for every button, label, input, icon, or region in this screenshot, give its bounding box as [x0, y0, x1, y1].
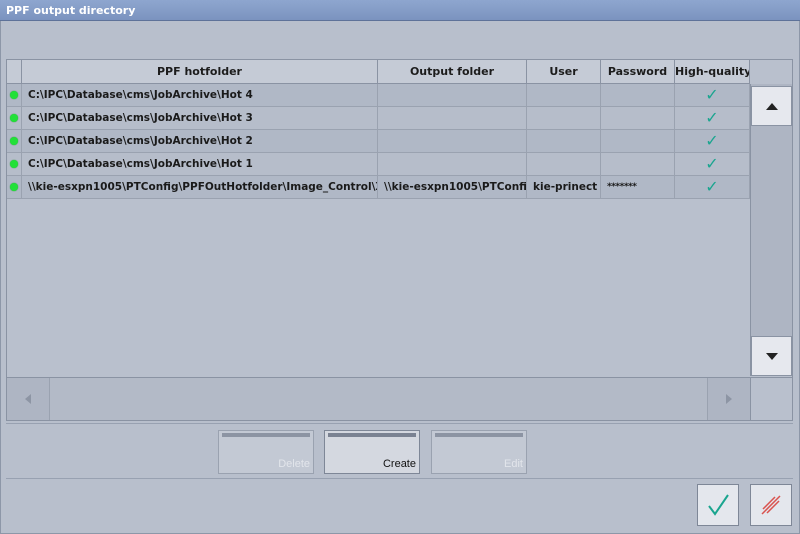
- output-folder-cell: [378, 130, 527, 152]
- header-ppf-hotfolder[interactable]: PPF hotfolder: [22, 60, 378, 84]
- cancel-icon: [761, 495, 781, 515]
- divider: [6, 423, 793, 424]
- hotfolder-cell: \\kie-esxpn1005\PTConfig\PPFOutHotfolder…: [22, 176, 378, 198]
- hotfolder-cell: C:\IPC\Database\cms\JobArchive\Hot 4: [22, 84, 378, 106]
- window-title: PPF output directory: [0, 0, 800, 21]
- password-cell: [601, 153, 675, 175]
- arrow-up-icon: [765, 102, 778, 110]
- table-header: PPF hotfolder Output folder User Passwor…: [7, 60, 750, 84]
- checkmark-icon: ✓: [705, 85, 719, 104]
- user-cell: [527, 130, 601, 152]
- arrow-left-icon: [25, 394, 31, 404]
- table-row[interactable]: C:\IPC\Database\cms\JobArchive\Hot 1 ✓: [7, 153, 750, 176]
- vertical-scrollbar[interactable]: [750, 84, 792, 376]
- user-cell: kie-prinect: [527, 176, 601, 198]
- checkmark-icon: [708, 494, 729, 516]
- create-button[interactable]: Create: [324, 430, 420, 474]
- output-folder-cell: [378, 84, 527, 106]
- status-led-icon: [10, 183, 18, 191]
- high-quality-cell: ✓: [675, 107, 750, 129]
- status-led-icon: [10, 91, 18, 99]
- status-cell: [7, 130, 22, 152]
- table-row[interactable]: \\kie-esxpn1005\PTConfig\PPFOutHotfolder…: [7, 176, 750, 199]
- status-cell: [7, 107, 22, 129]
- horizontal-scrollbar[interactable]: [7, 377, 750, 420]
- status-led-icon: [10, 114, 18, 122]
- user-cell: [527, 107, 601, 129]
- scroll-left-button[interactable]: [7, 378, 49, 420]
- high-quality-cell: ✓: [675, 130, 750, 152]
- hotfolder-cell: C:\IPC\Database\cms\JobArchive\Hot 2: [22, 130, 378, 152]
- status-led-icon: [10, 137, 18, 145]
- scrollbar-corner: [750, 377, 792, 420]
- user-cell: [527, 84, 601, 106]
- password-cell: [601, 84, 675, 106]
- header-user[interactable]: User: [527, 60, 601, 84]
- status-cell: [7, 176, 22, 198]
- checkmark-icon: ✓: [705, 177, 719, 196]
- output-folder-cell: [378, 107, 527, 129]
- header-status: [7, 60, 22, 84]
- checkmark-icon: ✓: [705, 154, 719, 173]
- hotfolder-cell: C:\IPC\Database\cms\JobArchive\Hot 1: [22, 153, 378, 175]
- high-quality-cell: ✓: [675, 153, 750, 175]
- scroll-down-button[interactable]: [751, 336, 792, 376]
- table-row[interactable]: C:\IPC\Database\cms\JobArchive\Hot 4 ✓: [7, 84, 750, 107]
- output-folder-cell: \\kie-esxpn1005\PTConfig: [378, 176, 527, 198]
- output-folder-cell: [378, 153, 527, 175]
- hotfolder-table: PPF hotfolder Output folder User Passwor…: [6, 59, 793, 421]
- arrow-right-icon: [726, 394, 732, 404]
- table-row[interactable]: C:\IPC\Database\cms\JobArchive\Hot 3 ✓: [7, 107, 750, 130]
- scroll-right-button[interactable]: [708, 378, 750, 420]
- status-led-icon: [10, 160, 18, 168]
- password-cell: [601, 130, 675, 152]
- delete-button[interactable]: Delete: [218, 430, 314, 474]
- high-quality-cell: ✓: [675, 176, 750, 198]
- password-cell: *******: [601, 176, 675, 198]
- checkmark-icon: ✓: [705, 131, 719, 150]
- header-high-quality[interactable]: High-quality ...: [675, 60, 750, 84]
- table-row[interactable]: C:\IPC\Database\cms\JobArchive\Hot 2 ✓: [7, 130, 750, 153]
- horizontal-scroll-thumb[interactable]: [49, 378, 708, 420]
- ok-button[interactable]: [697, 484, 739, 526]
- high-quality-cell: ✓: [675, 84, 750, 106]
- header-output-folder[interactable]: Output folder: [378, 60, 527, 84]
- cancel-button[interactable]: [750, 484, 792, 526]
- header-password[interactable]: Password: [601, 60, 675, 84]
- edit-button[interactable]: Edit: [431, 430, 527, 474]
- checkmark-icon: ✓: [705, 108, 719, 127]
- scroll-up-button[interactable]: [751, 86, 792, 126]
- arrow-down-icon: [765, 352, 778, 360]
- status-cell: [7, 84, 22, 106]
- user-cell: [527, 153, 601, 175]
- hotfolder-cell: C:\IPC\Database\cms\JobArchive\Hot 3: [22, 107, 378, 129]
- status-cell: [7, 153, 22, 175]
- password-cell: [601, 107, 675, 129]
- divider: [6, 478, 793, 479]
- table-body: C:\IPC\Database\cms\JobArchive\Hot 4 ✓ C…: [7, 84, 750, 199]
